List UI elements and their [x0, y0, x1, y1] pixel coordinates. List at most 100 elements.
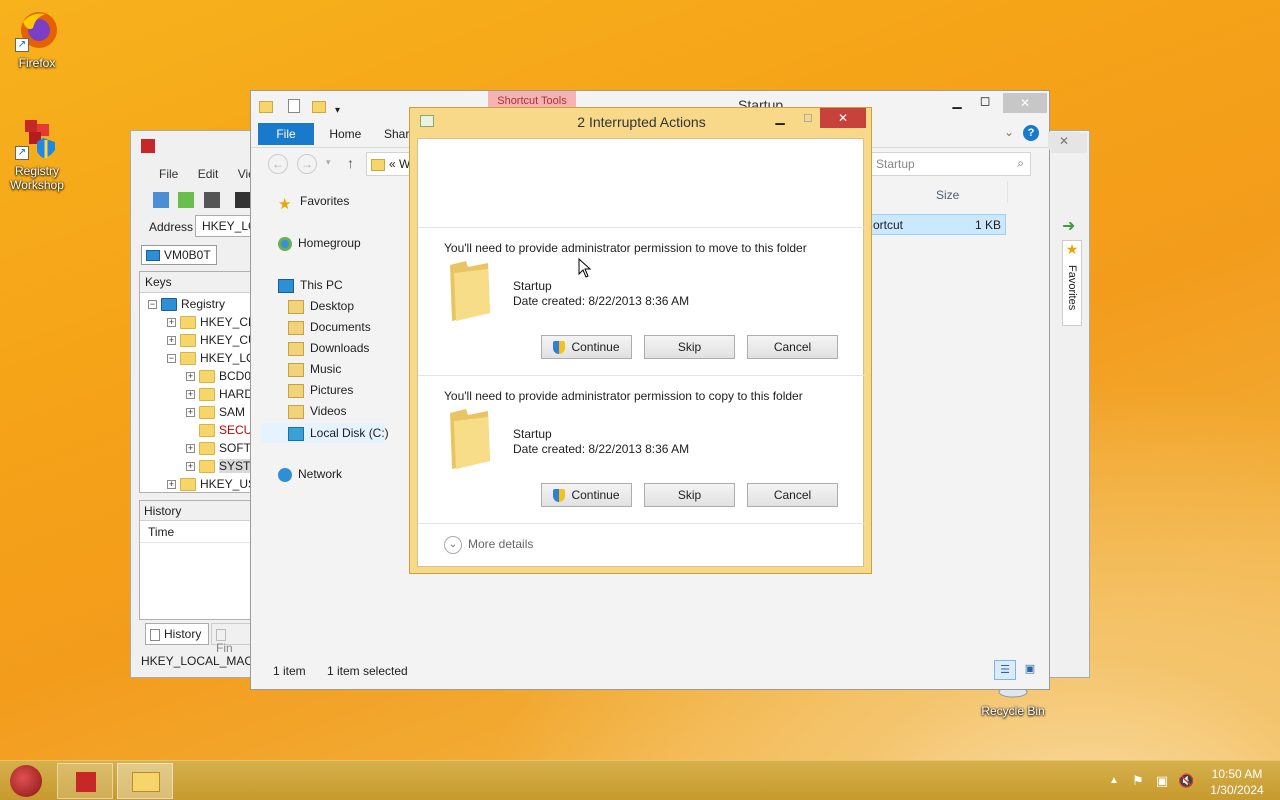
details-view-button[interactable]: ☰ — [994, 660, 1016, 680]
up-arrow-icon[interactable]: ↑ — [347, 155, 354, 171]
explorer-close-button[interactable]: ✕ — [1003, 93, 1047, 113]
registry-tree-item[interactable]: + SYSTE — [140, 457, 259, 475]
registry-tree-item[interactable]: − Registry — [140, 295, 250, 313]
videos-icon — [288, 404, 304, 419]
minimize-button[interactable]: ▁ — [947, 95, 967, 109]
folder-icon — [180, 478, 196, 492]
firefox-icon: ↗ — [15, 8, 59, 52]
nav-homegroup[interactable]: Homegroup — [278, 236, 361, 251]
dialog-maximize-button[interactable]: ◻ — [798, 110, 818, 124]
shield-icon — [553, 341, 566, 355]
registry-tree-item[interactable]: + HKEY_CU — [140, 331, 257, 349]
nav-desktop[interactable]: Desktop — [288, 299, 354, 314]
nav-network[interactable]: Network — [278, 467, 342, 482]
desktop-icon-registry-workshop[interactable]: ↗ Registry Workshop — [0, 116, 74, 192]
properties-icon[interactable] — [288, 99, 301, 113]
expand-icon[interactable]: + — [186, 390, 195, 400]
desktop-icon-firefox[interactable]: ↗ Firefox — [0, 8, 74, 70]
registry-tree-item[interactable]: +SECU — [140, 421, 252, 439]
toolbar-export-icon[interactable] — [153, 192, 169, 208]
nav-back-button[interactable]: ← — [268, 154, 288, 174]
new-folder-icon[interactable] — [311, 101, 326, 113]
menu-edit[interactable]: Edit — [190, 167, 227, 181]
dialog-close-button[interactable]: ✕ — [820, 108, 866, 128]
nav-documents[interactable]: Documents — [288, 320, 371, 335]
recent-locations-icon[interactable]: ▾ — [326, 157, 331, 168]
registry-tree-item[interactable]: + HARD — [140, 385, 253, 403]
expand-icon[interactable]: + — [186, 462, 195, 472]
size-column-header[interactable]: Size — [936, 188, 959, 202]
expand-icon[interactable]: + — [167, 336, 176, 346]
dialog-minimize-button[interactable]: ▁ — [770, 111, 790, 125]
green-go-arrow-icon[interactable]: ➜ — [1062, 216, 1075, 236]
file-row-selected[interactable]: ortcut 1 KB — [870, 214, 1006, 235]
taskbar-file-explorer[interactable] — [117, 763, 173, 799]
tab-history[interactable]: History — [145, 623, 209, 645]
desktop-icon-label: Recycle Bin — [981, 704, 1045, 718]
nav-this-pc[interactable]: This PC — [278, 278, 343, 293]
expand-icon[interactable]: + — [167, 480, 176, 490]
taskbar-registry-workshop[interactable] — [57, 763, 113, 799]
address-input[interactable]: HKEY_LO — [195, 215, 255, 237]
start-ornament-icon[interactable] — [10, 765, 42, 797]
search-box[interactable]: Startup ⌕ — [871, 152, 1031, 176]
continue-button[interactable]: Continue — [541, 335, 632, 359]
show-hidden-icons-chevron-icon[interactable]: ▲ — [1106, 773, 1122, 789]
status-selection: 1 item selected — [327, 664, 408, 678]
machine-tab[interactable]: VM0B0T — [141, 245, 217, 265]
expand-icon[interactable]: + — [186, 444, 195, 454]
registry-tree-item[interactable]: + SOFT — [140, 439, 251, 457]
collapse-icon[interactable]: − — [148, 300, 157, 310]
collapse-icon[interactable]: − — [167, 354, 176, 364]
nav-favorites[interactable]: ★ Favorites — [278, 194, 349, 213]
expand-icon[interactable]: + — [167, 318, 176, 328]
toolbar-import-icon[interactable] — [178, 192, 195, 208]
favorites-side-panel[interactable]: ★ Favorites — [1062, 240, 1082, 326]
cancel-button[interactable]: Cancel — [747, 335, 838, 359]
registry-tree-item[interactable]: − HKEY_LO — [140, 349, 255, 367]
ribbon-expand-icon[interactable]: ⌄ — [1004, 125, 1014, 139]
desktop-icon — [288, 299, 304, 314]
tab-file[interactable]: File — [258, 123, 314, 145]
nav-pictures[interactable]: Pictures — [288, 383, 353, 398]
toolbar-camera-icon[interactable] — [235, 192, 252, 208]
interrupted-actions-dialog[interactable]: 2 Interrupted Actions ▁ ◻ ✕ You'll need … — [409, 107, 872, 574]
registry-tree-item[interactable]: + HKEY_CL — [140, 313, 255, 331]
music-icon — [288, 362, 304, 377]
expand-icon[interactable]: + — [186, 408, 195, 418]
chevron-down-icon[interactable]: ▾ — [335, 105, 340, 116]
help-icon[interactable]: ? — [1023, 125, 1039, 141]
skip-button[interactable]: Skip — [644, 335, 735, 359]
maximize-button[interactable]: ◻ — [975, 93, 995, 109]
registry-tree-item[interactable]: + SAM — [140, 403, 250, 421]
quick-access-toolbar: ▾ — [259, 99, 340, 116]
registry-tree-item[interactable]: + BCD0 — [140, 367, 251, 385]
volume-muted-icon[interactable]: 🔇 — [1178, 773, 1194, 789]
nav-forward-button[interactable]: → — [297, 154, 317, 174]
separator — [418, 523, 865, 524]
shortcut-arrow-icon: ↗ — [15, 146, 29, 160]
network-icon[interactable]: ▣ — [1154, 773, 1170, 789]
toolbar-save-icon[interactable] — [203, 192, 220, 208]
tab-find[interactable]: Fin — [211, 623, 251, 655]
registry-tree-item[interactable]: + HKEY_US — [140, 475, 256, 493]
action-center-flag-icon[interactable]: ⚑ — [1130, 773, 1146, 789]
nav-music[interactable]: Music — [288, 362, 341, 377]
tab-home[interactable]: Home — [317, 123, 373, 145]
skip-button[interactable]: Skip — [644, 483, 735, 507]
nav-local-disk[interactable]: Local Disk (C:) — [261, 423, 389, 443]
homegroup-icon — [278, 236, 292, 251]
cancel-button[interactable]: Cancel — [747, 483, 838, 507]
menu-file[interactable]: File — [151, 167, 186, 181]
expand-icon[interactable]: + — [186, 372, 195, 382]
large-icons-view-button[interactable]: ▣ — [1019, 660, 1041, 680]
background-close-button[interactable]: ✕ — [1048, 132, 1080, 150]
clock[interactable]: 10:50 AM 1/30/2024 — [1200, 766, 1274, 798]
ribbon-tabs: File Home Shar — [258, 123, 417, 145]
address-bar[interactable]: « W — [366, 152, 411, 176]
folder-icon — [199, 460, 215, 474]
continue-button[interactable]: Continue — [541, 483, 632, 507]
nav-downloads[interactable]: Downloads — [288, 341, 369, 356]
nav-videos[interactable]: Videos — [288, 404, 346, 419]
more-details-toggle[interactable]: ⌄ More details — [444, 536, 533, 554]
